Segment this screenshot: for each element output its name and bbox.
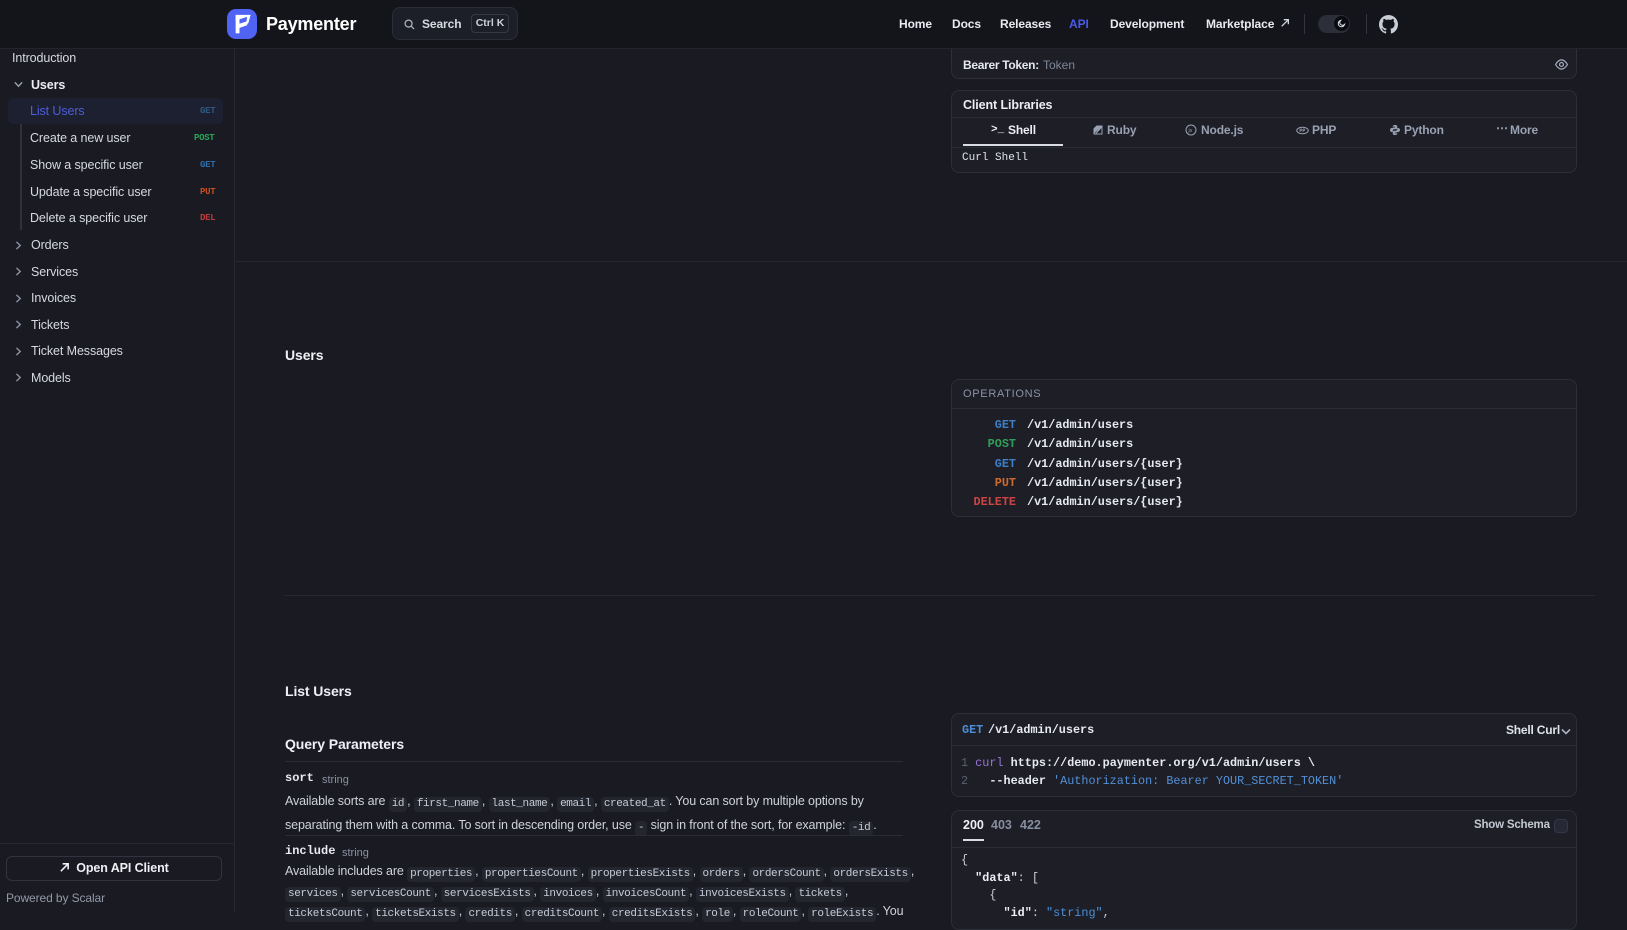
svg-text:js: js: [1188, 128, 1193, 134]
